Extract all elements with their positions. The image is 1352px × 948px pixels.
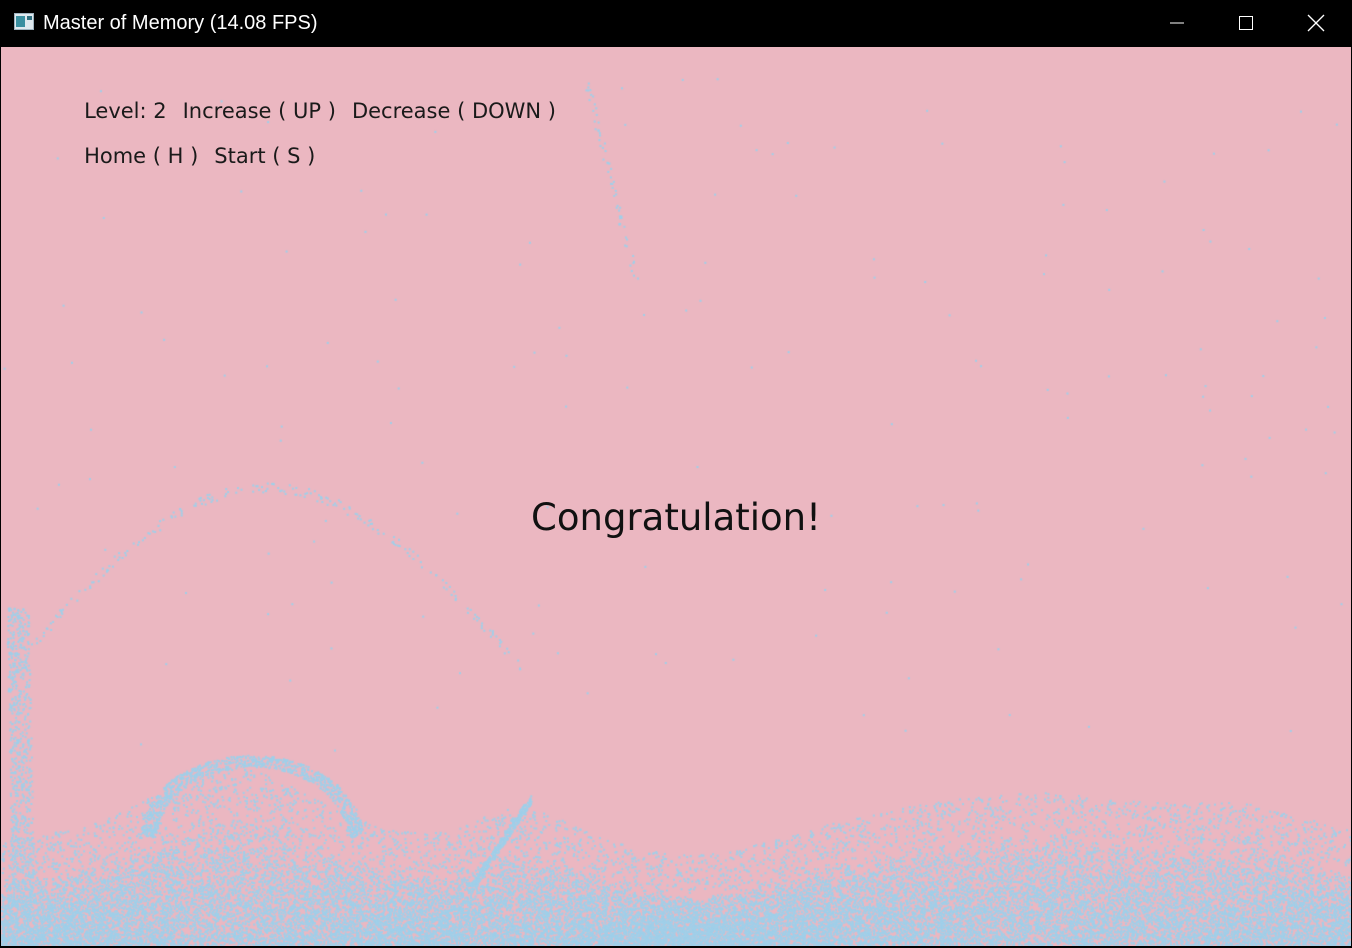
game-canvas[interactable]: Level: 2 Increase ( UP ) Decrease ( DOWN )… [1, 47, 1351, 946]
start-hint: Start ( S ) [214, 144, 316, 168]
window-title: Master of Memory (14.08 FPS) [43, 12, 318, 34]
decrease-hint: Decrease ( DOWN ) [351, 99, 556, 123]
close-button[interactable] [1281, 0, 1351, 46]
hud-bottom-row: Home ( H ) Start ( S ) [44, 117, 331, 195]
minimize-icon [1170, 22, 1184, 24]
home-hint: Home ( H ) [84, 144, 199, 168]
close-icon [1307, 14, 1325, 32]
maximize-icon [1239, 16, 1253, 30]
minimize-button[interactable] [1142, 0, 1212, 46]
maximize-button[interactable] [1211, 0, 1281, 46]
congratulation-message: Congratulation! [531, 496, 821, 539]
game-window: Master of Memory (14.08 FPS) Level: 2 Inc… [0, 0, 1352, 948]
title-bar[interactable]: Master of Memory (14.08 FPS) [0, 0, 1352, 46]
app-window-icon [14, 13, 34, 30]
